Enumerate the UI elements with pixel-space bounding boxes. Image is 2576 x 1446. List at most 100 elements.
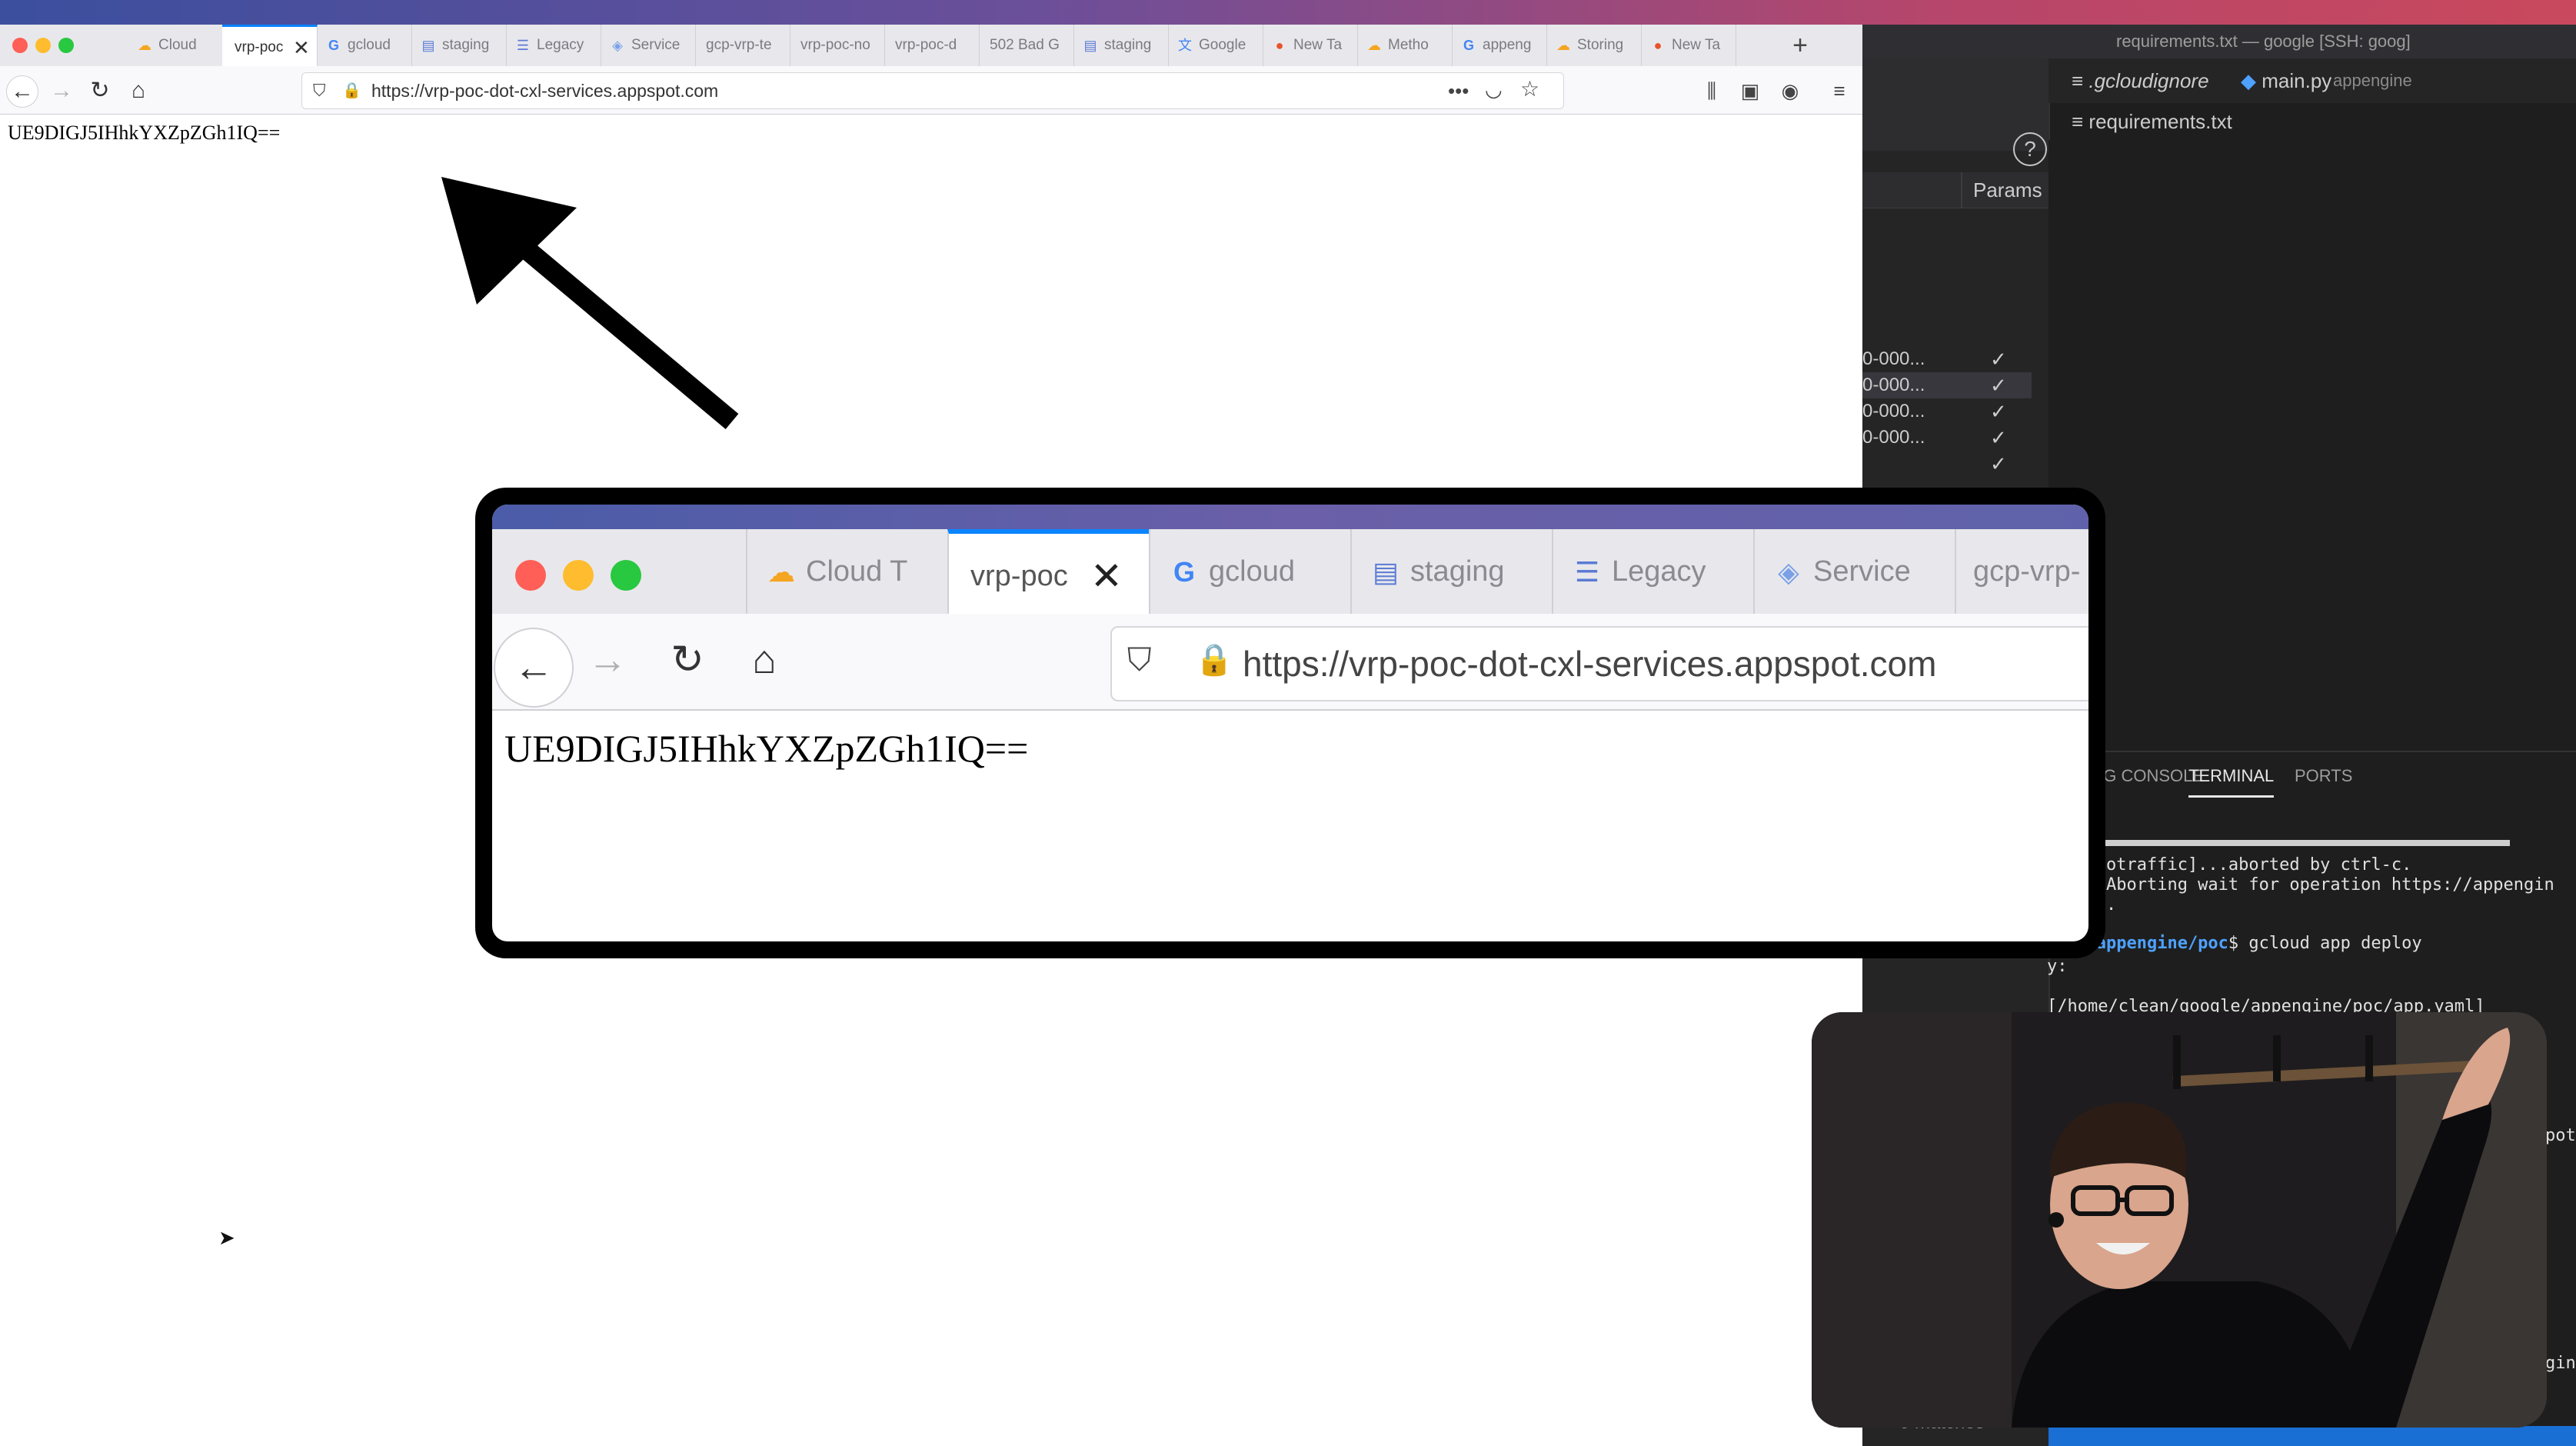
browser-tab[interactable]: Ggcloud	[317, 25, 412, 66]
variable-row[interactable]: 0-000... ✓	[1862, 398, 2032, 425]
editor-tab-sublabel: appengine	[2333, 71, 2412, 90]
maximize-window-button	[611, 560, 641, 591]
zoomed-browser: ☁ Cloud T vrp-poc ✕ Ggcloud ▤ staging ☰ Lega…	[492, 505, 2088, 941]
zoomed-tab: gcp-vrp-	[1955, 529, 2088, 614]
tab-label: New Ta	[1293, 37, 1343, 53]
status-bar	[2048, 1426, 2576, 1446]
browser-tab[interactable]: 502 Bad G	[979, 25, 1074, 66]
tab-ports[interactable]: PORTS	[2295, 752, 2352, 800]
back-button[interactable]: ←	[6, 75, 38, 108]
page-content-text: UE9DIGJ5IHhkYXZpZGh1IQ==	[8, 122, 281, 144]
url-text[interactable]: https://vrp-poc-dot-cxl-services.appspot…	[371, 73, 718, 108]
tab-label: vrp-poc	[970, 560, 1068, 592]
minimize-window-button[interactable]	[35, 38, 51, 53]
tab-label: Cloud	[158, 37, 197, 53]
tab-label: Google	[1199, 37, 1246, 53]
zoomed-tab: Ggcloud	[1149, 529, 1352, 614]
browser-tab[interactable]: vrp-poc-d	[884, 25, 980, 66]
variable-row[interactable]: 0-000... ✓	[1862, 425, 2032, 451]
storage-icon: ▤	[421, 38, 435, 53]
desktop-background	[0, 0, 2576, 25]
variable-row-selected[interactable]: 0-000... ✓	[1862, 372, 2032, 398]
tab-label: appeng	[1483, 37, 1532, 53]
code-area[interactable]	[2048, 140, 2576, 755]
tab-terminal[interactable]: TERMINAL	[2188, 752, 2275, 798]
menu-icon[interactable]: ≡	[1824, 75, 1855, 106]
params-column-label: Params	[1961, 172, 2050, 208]
terminal-progress-bar	[2064, 840, 2510, 846]
zoomed-tab: ▤ staging	[1350, 529, 1553, 614]
shield-icon[interactable]: ⛉	[313, 81, 330, 101]
help-icon[interactable]: ?	[2013, 132, 2047, 166]
address-bar[interactable]: ⛉ 🔒 https://vrp-poc-dot-cxl-services.app…	[301, 72, 1564, 109]
maximize-window-button[interactable]	[58, 38, 74, 53]
zoomed-tab-bar: ☁ Cloud T vrp-poc ✕ Ggcloud ▤ staging ☰ Lega…	[492, 529, 2088, 615]
google-icon: G	[1463, 38, 1474, 53]
editor-tab-main-py[interactable]: ◆ main.py	[2241, 58, 2331, 103]
cloud-icon: ☁	[1367, 38, 1381, 53]
browser-tab[interactable]: ▤ staging	[411, 25, 507, 66]
tab-label: gcloud	[348, 37, 391, 53]
tab-label: Service	[1813, 555, 1911, 588]
browser-tab[interactable]: ● New Ta	[1263, 25, 1358, 66]
editor-tab-label: .gcloudignore	[2088, 69, 2209, 92]
close-tab-icon[interactable]: ✕	[293, 27, 310, 67]
tab-label: Cloud T	[806, 555, 908, 588]
browser-tab[interactable]: ☰ Legacy	[506, 25, 601, 66]
close-window-button[interactable]	[12, 38, 28, 53]
tab-label: Service	[631, 37, 681, 53]
firefox-icon: ●	[1275, 38, 1284, 53]
browser-tab[interactable]: vrp-poc-no	[790, 25, 885, 66]
terminal-edge-text: pot	[2545, 1126, 2576, 1145]
variable-name: 0-000...	[1862, 375, 1925, 395]
pocket-icon[interactable]: ◡	[1485, 78, 1503, 102]
tab-label: vrp-poc-d	[895, 37, 957, 53]
cloud-icon: ☁	[138, 38, 151, 53]
browser-tab[interactable]: ☁ Metho	[1357, 25, 1453, 66]
browser-tab[interactable]: ▤ staging	[1073, 25, 1169, 66]
browser-tab[interactable]: ☁ Storing	[1546, 25, 1642, 66]
check-icon: ✓	[1990, 452, 2007, 475]
browser-tab[interactable]: ☁ Cloud	[128, 25, 223, 66]
zoomed-tab: ☁ Cloud T	[746, 529, 949, 614]
sidebar-icon[interactable]: ▣	[1735, 75, 1766, 106]
browser-tab[interactable]: ◈ Service	[601, 25, 696, 66]
mouse-cursor-icon: ➤	[218, 1226, 235, 1249]
browser-tab[interactable]: Gappeng	[1452, 25, 1547, 66]
forward-button[interactable]: →	[46, 75, 77, 106]
variable-name: 0-000...	[1862, 348, 1925, 369]
editor-tab-bar: ≡ .gcloudignore ◆ main.py appengine	[2048, 58, 2576, 103]
tab-label: vrp-poc	[235, 39, 284, 55]
forward-button: →	[587, 638, 627, 682]
new-tab-button[interactable]: +	[1781, 25, 1819, 66]
check-icon: ✓	[1990, 348, 2007, 371]
google-icon: G	[328, 38, 339, 53]
variable-row[interactable]: ✓	[1862, 451, 2032, 477]
bookmark-star-icon[interactable]: ☆	[1520, 76, 1539, 102]
variable-row[interactable]: 0-000... ✓	[1862, 346, 2032, 372]
home-button: ⌂	[752, 638, 777, 682]
terminal-line: oc-notraffic]...aborted by ctrl-c.	[2065, 855, 2412, 875]
breadcrumb-file[interactable]: requirements.txt	[2088, 110, 2232, 133]
editor-tab-gcloudignore[interactable]: ≡ .gcloudignore	[2072, 58, 2209, 103]
browser-tab-active[interactable]: vrp-poc ✕	[222, 25, 318, 67]
breadcrumb: ≡ requirements.txt	[2048, 105, 2576, 138]
browser-tab[interactable]: gcp-vrp-te	[695, 25, 790, 66]
terminal-prompt-line: le/appengine/poc$ gcloud app deploy	[2065, 934, 2422, 953]
library-icon[interactable]: ⫼	[1696, 75, 1727, 106]
tab-label: gcp-vrp-te	[706, 37, 772, 53]
zoomed-url-text: https://vrp-poc-dot-cxl-services.appspot…	[1243, 644, 1937, 684]
browser-tab[interactable]: 文 Google	[1168, 25, 1263, 66]
page-actions-icon[interactable]: •••	[1448, 73, 1469, 108]
reload-button[interactable]: ↻	[85, 75, 115, 106]
close-tab-icon: ✕	[1090, 555, 1123, 598]
zoomed-navigation-bar: ← → ↻ ⌂ ⛉ 🔒 https://vrp-poc-dot-cxl-serv…	[492, 614, 2088, 711]
translate-icon: 文	[1178, 38, 1192, 53]
account-icon[interactable]: ◉	[1775, 75, 1806, 106]
zoomed-desktop-strip	[492, 505, 2088, 529]
tab-label: Legacy	[537, 37, 584, 53]
browser-tab[interactable]: ● New Ta	[1641, 25, 1736, 66]
lock-icon[interactable]: 🔒	[342, 81, 361, 101]
home-button[interactable]: ⌂	[123, 75, 154, 106]
tab-label: gcp-vrp-	[1973, 555, 2081, 588]
